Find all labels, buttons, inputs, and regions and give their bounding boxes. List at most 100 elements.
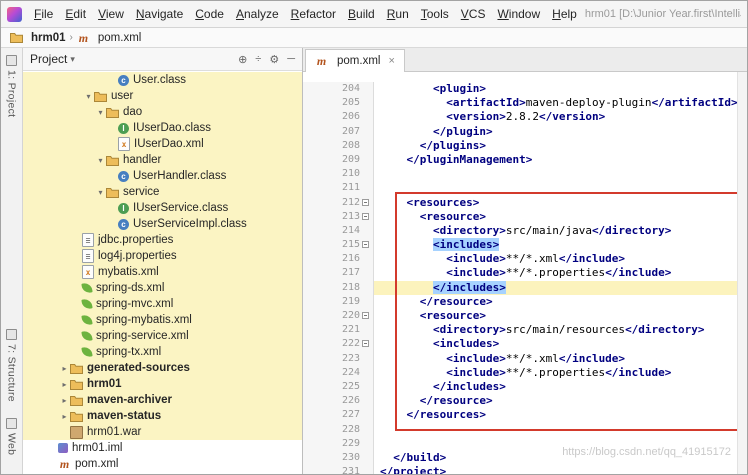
tree-item-jdbc-properties[interactable]: ≡jdbc.properties	[23, 232, 302, 248]
menu-window[interactable]: Window	[491, 5, 546, 23]
chevron-down-icon[interactable]: ▾	[95, 156, 106, 165]
hide-button[interactable]: ─	[287, 53, 295, 66]
tree-item-label: spring-ds.xml	[96, 282, 164, 294]
chevron-right-icon[interactable]: ▸	[59, 364, 70, 373]
menu-build[interactable]: Build	[342, 5, 381, 23]
menu-run[interactable]: Run	[381, 5, 415, 23]
code-line-226[interactable]: 226 </resource>	[303, 394, 747, 408]
menu-help[interactable]: Help	[546, 5, 583, 23]
tree-item-spring-service-xml[interactable]: spring-service.xml	[23, 328, 302, 344]
code-line-223[interactable]: 223 <include>**/*.xml</include>	[303, 352, 747, 366]
tree-item-spring-mybatis-xml[interactable]: spring-mybatis.xml	[23, 312, 302, 328]
tree-item-spring-tx-xml[interactable]: spring-tx.xml	[23, 344, 302, 360]
code-line-231[interactable]: 231</project>	[303, 465, 747, 474]
code-line-221[interactable]: 221 <directory>src/main/resources</direc…	[303, 323, 747, 337]
line-number: 224	[303, 366, 360, 380]
fold-icon[interactable]	[362, 199, 369, 206]
code-line-205[interactable]: 205 <artifactId>maven-deploy-plugin</art…	[303, 96, 747, 110]
menu-code[interactable]: Code	[189, 5, 230, 23]
code-line-213[interactable]: 213 <resource>	[303, 210, 747, 224]
tree-item-maven-status[interactable]: ▸maven-status	[23, 408, 302, 424]
line-number: 225	[303, 380, 360, 394]
chevron-right-icon[interactable]: ▸	[59, 396, 70, 405]
code-line-212[interactable]: 212 <resources>	[303, 196, 747, 210]
code-line-220[interactable]: 220 <resource>	[303, 309, 747, 323]
code-line-215[interactable]: 215 <includes>	[303, 238, 747, 252]
tree-item-hrm01-war[interactable]: hrm01.war	[23, 424, 302, 440]
fold-icon[interactable]	[362, 213, 369, 220]
tree-item-maven-archiver[interactable]: ▸maven-archiver	[23, 392, 302, 408]
tree-item-label: handler	[123, 154, 161, 166]
code-line-210[interactable]: 210	[303, 167, 747, 181]
code-area[interactable]: 204 <plugin>205 <artifactId>maven-deploy…	[303, 72, 747, 474]
code-line-207[interactable]: 207 </plugin>	[303, 125, 747, 139]
tree-item-userhandler-class[interactable]: cUserHandler.class	[23, 168, 302, 184]
chevron-right-icon[interactable]: ▸	[59, 380, 70, 389]
tree-item-dao[interactable]: ▾ dao	[23, 104, 302, 120]
locate-button[interactable]: ⊕	[238, 53, 247, 66]
code-line-219[interactable]: 219 </resource>	[303, 295, 747, 309]
tree-item-userserviceimpl-class[interactable]: cUserServiceImpl.class	[23, 216, 302, 232]
code-line-204[interactable]: 204 <plugin>	[303, 82, 747, 96]
maven-file-icon: m	[315, 55, 332, 68]
tree-item-user[interactable]: ▾user	[23, 88, 302, 104]
tree-item-pom-xml[interactable]: mpom.xml	[23, 456, 302, 472]
code-line-228[interactable]: 228	[303, 423, 747, 437]
fold-icon[interactable]	[362, 340, 369, 347]
code-line-206[interactable]: 206 <version>2.8.2</version>	[303, 110, 747, 124]
tree-item-generated-sources[interactable]: ▸generated-sources	[23, 360, 302, 376]
chevron-down-icon[interactable]: ▾	[95, 108, 106, 117]
fold-icon[interactable]	[362, 312, 369, 319]
menu-refactor[interactable]: Refactor	[285, 5, 342, 23]
tool-button-project[interactable]: 1: Project	[6, 55, 18, 117]
code-line-209[interactable]: 209 </pluginManagement>	[303, 153, 747, 167]
tab-pom-xml[interactable]: m pom.xml ×	[305, 49, 405, 72]
code-line-222[interactable]: 222 <includes>	[303, 337, 747, 351]
tree-item-hrm01-iml[interactable]: hrm01.iml	[23, 440, 302, 456]
tree-item-iuserdao-class[interactable]: IIUserDao.class	[23, 120, 302, 136]
chevron-down-icon[interactable]: ▾	[83, 92, 94, 101]
project-panel-title[interactable]: Project	[30, 52, 67, 66]
code-line-214[interactable]: 214 <directory>src/main/java</directory>	[303, 224, 747, 238]
tool-button-web[interactable]: Web	[6, 418, 18, 455]
collapse-all-button[interactable]: ÷	[255, 53, 261, 66]
chevron-right-icon[interactable]: ▸	[59, 412, 70, 421]
breadcrumb-project[interactable]: hrm01	[31, 32, 66, 44]
code-line-211[interactable]: 211	[303, 181, 747, 195]
gutter: 206	[303, 110, 374, 124]
tab-close-icon[interactable]: ×	[388, 55, 394, 67]
menu-tools[interactable]: Tools	[415, 5, 455, 23]
tree-item-iuserservice-class[interactable]: IIUserService.class	[23, 200, 302, 216]
code-line-217[interactable]: 217 <include>**/*.properties</include>	[303, 266, 747, 280]
tree-item-log4j-properties[interactable]: ≡log4j.properties	[23, 248, 302, 264]
code-line-224[interactable]: 224 <include>**/*.properties</include>	[303, 366, 747, 380]
settings-button[interactable]: ⚙	[269, 53, 279, 66]
tree-item-iuserdao-xml[interactable]: xIUserDao.xml	[23, 136, 302, 152]
editor-scrollbar[interactable]	[737, 72, 747, 474]
fold-icon[interactable]	[362, 241, 369, 248]
tree-item-label: dao	[123, 106, 142, 118]
code-line-227[interactable]: 227 </resources>	[303, 408, 747, 422]
menu-analyze[interactable]: Analyze	[230, 5, 285, 23]
menu-navigate[interactable]: Navigate	[130, 5, 189, 23]
tree-item-service[interactable]: ▾service	[23, 184, 302, 200]
code-line-216[interactable]: 216 <include>**/*.xml</include>	[303, 252, 747, 266]
tree-item-hrm01[interactable]: ▸hrm01	[23, 376, 302, 392]
menu-file[interactable]: File	[28, 5, 59, 23]
tree-item-spring-ds-xml[interactable]: spring-ds.xml	[23, 280, 302, 296]
chevron-down-icon[interactable]: ▾	[70, 54, 75, 65]
tree-item-user-class[interactable]: cUser.class	[23, 72, 302, 88]
tree-item-mybatis-xml[interactable]: xmybatis.xml	[23, 264, 302, 280]
tool-button-structure[interactable]: 7: Structure	[6, 329, 18, 402]
menu-vcs[interactable]: VCS	[455, 5, 492, 23]
chevron-down-icon[interactable]: ▾	[95, 188, 106, 197]
menu-view[interactable]: View	[92, 5, 130, 23]
code-line-218[interactable]: 218 </includes>	[303, 281, 747, 295]
code-line-208[interactable]: 208 </plugins>	[303, 139, 747, 153]
code-line-225[interactable]: 225 </includes>	[303, 380, 747, 394]
tree-item-spring-mvc-xml[interactable]: spring-mvc.xml	[23, 296, 302, 312]
archive-icon	[70, 426, 83, 439]
menu-edit[interactable]: Edit	[59, 5, 92, 23]
breadcrumb-file[interactable]: pom.xml	[98, 32, 141, 44]
tree-item-handler[interactable]: ▾ handler	[23, 152, 302, 168]
